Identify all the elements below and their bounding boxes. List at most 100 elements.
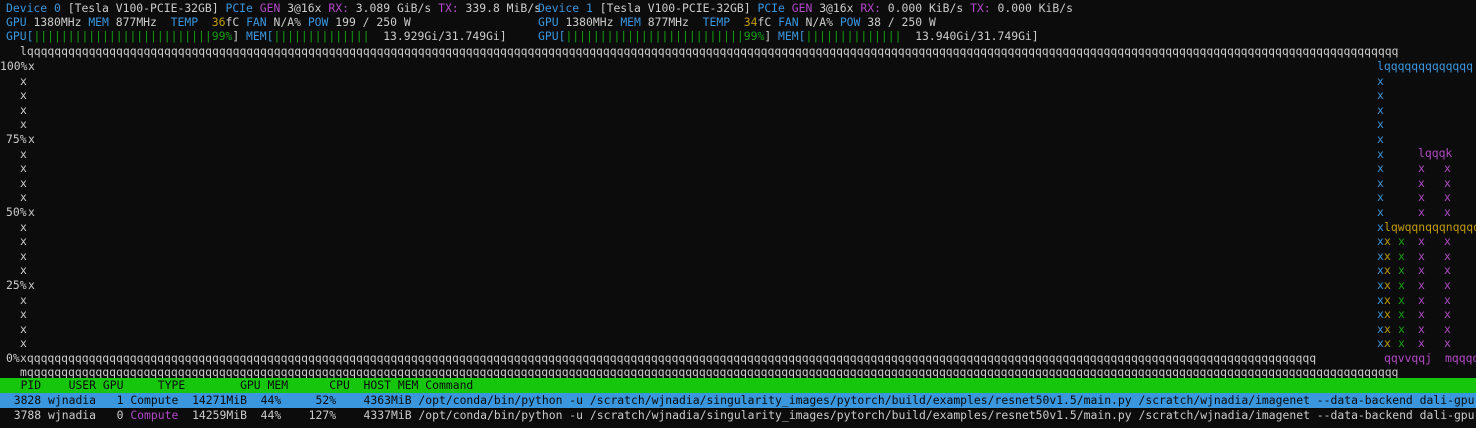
fan-label: FAN: [246, 15, 267, 29]
graph-left-border-segment: x: [20, 117, 27, 132]
magenta-plot-segment: x: [1418, 175, 1425, 190]
fan-value: N/A%: [273, 15, 301, 29]
gpu-clock-value: 1380MHz: [565, 15, 614, 29]
gpu-bar-label: GPU[: [538, 29, 566, 43]
gpu-mem-pct: 44%: [260, 393, 282, 407]
graph-left-border-segment: x: [20, 88, 27, 103]
col-type[interactable]: TYPE: [158, 378, 185, 392]
graph-left-border-segment: x: [20, 219, 27, 234]
col-cpu[interactable]: CPU: [329, 378, 350, 392]
cyan-plot-segment: x: [1377, 336, 1384, 351]
magenta-plot-segment: x: [1444, 321, 1451, 336]
command: /opt/conda/bin/python -u /scratch/wjnadi…: [418, 408, 1476, 422]
tx-label: TX:: [970, 1, 991, 15]
mem-usage-value: 13.940Gi/31.749Gi]: [915, 29, 1039, 43]
magenta-plot-segment: x: [1418, 190, 1425, 205]
device-1-label: Device 1: [538, 1, 593, 15]
gpu-clock-value: 1380MHz: [33, 15, 82, 29]
mem-clock-value: 877MHz: [647, 15, 689, 29]
device-0-model: [Tesla V100-PCIE-32GB]: [67, 1, 219, 15]
magenta-plot-segment: x: [1444, 234, 1451, 249]
graph-left-border-segment: x: [28, 59, 35, 73]
cyan-plot-top: lqqqqqqqqqqqqq: [1377, 59, 1474, 73]
rx-label: RX:: [860, 1, 881, 15]
mem-usage-value: 13.929Gi/31.749Gi]: [383, 29, 507, 43]
gpu-util-bar: ||||||||||||||||||||||||||99%: [565, 29, 765, 43]
fan-value: N/A%: [805, 15, 833, 29]
cyan-plot-segment: x: [1377, 248, 1384, 263]
graph-left-border-segment: x: [28, 205, 35, 219]
plot-bottom-tail: mqqqq: [1445, 351, 1476, 365]
device-1-model: [Tesla V100-PCIE-32GB]: [599, 1, 751, 15]
gpu-index: 1: [116, 393, 124, 407]
device-0-plot-top: lqqqk: [1418, 146, 1452, 160]
gpu-clock-label: GPU: [538, 15, 559, 29]
pow-label: POW: [839, 15, 861, 29]
cyan-plot-segment: x: [1377, 263, 1384, 278]
magenta-plot-segment: x: [1418, 205, 1425, 219]
device-1-line-1: Device 1 [Tesla V100-PCIE-32GB] PCIe GEN…: [538, 1, 1073, 15]
rx-value: 3.089 GiB/s: [355, 1, 432, 15]
gpu-mem: 14259MiB: [192, 408, 247, 422]
green-plot-segment: x: [1398, 307, 1405, 322]
graph-left-border-segment: x: [20, 146, 27, 161]
graph-left-border-segment: x: [20, 248, 27, 263]
graph-left-border-segment: x: [20, 336, 27, 351]
magenta-plot-segment: x: [1418, 161, 1425, 176]
cyan-plot-segment: x: [1377, 175, 1384, 190]
col-command[interactable]: Command: [425, 378, 473, 392]
mixed-plot-line: lqwqqnqqqnqqqq: [1384, 220, 1476, 234]
gpu-index: 0: [116, 408, 124, 422]
device-0-line-2: GPU 1380MHz MEM 877MHz TEMP 36fC FAN N/A…: [6, 15, 411, 29]
graph-left-border-segment: x: [20, 321, 27, 336]
col-gpu-mem[interactable]: GPU MEM: [240, 378, 288, 392]
y-tick-75: 75%: [6, 132, 27, 146]
cyan-plot-segment: x: [1377, 321, 1384, 336]
magenta-plot-segment: x: [1444, 161, 1451, 176]
y-tick-0: 0%: [6, 351, 20, 365]
process-row-selected[interactable]: 3828 wjnadia 1 Compute 14271MiB 44% 52% …: [0, 393, 1476, 408]
col-gpu[interactable]: GPU: [103, 378, 124, 392]
cyan-plot-segment: x: [1377, 278, 1384, 292]
mem-clock-value: 877MHz: [115, 15, 157, 29]
rx-label: RX:: [328, 1, 349, 15]
pcie-label: PCIe: [225, 1, 253, 15]
magenta-plot-segment: x: [1444, 175, 1451, 190]
graph-left-border-segment: x: [20, 190, 27, 205]
gpu-clock-label: GPU: [6, 15, 27, 29]
pow-label: POW: [307, 15, 329, 29]
graph-left-border-segment: x: [20, 292, 27, 307]
device-0-label: Device 0: [6, 1, 61, 15]
magenta-plot-segment: x: [1444, 263, 1451, 278]
graph-left-border-segment: x: [20, 307, 27, 322]
green-plot-segment: x: [1398, 321, 1405, 336]
command: /opt/conda/bin/python -u /scratch/wjnadi…: [418, 393, 1476, 407]
yellow-plot-segment: x: [1384, 278, 1391, 292]
temp-value: 36: [211, 15, 226, 29]
graph-left-border-segment: x: [28, 132, 35, 146]
magenta-plot-segment: x: [1444, 248, 1451, 263]
magenta-plot-segment: x: [1444, 307, 1451, 322]
device-0-line-1: Device 0 [Tesla V100-PCIE-32GB] PCIe GEN…: [6, 1, 541, 15]
cyan-plot-segment: x: [1377, 88, 1384, 103]
magenta-plot-segment: x: [1418, 336, 1425, 351]
magenta-plot-segment: x: [1418, 278, 1425, 292]
gpu-util-bar: ||||||||||||||||||||||||||99%: [33, 29, 233, 43]
process-row[interactable]: 3788 wjnadia 0 Compute 14259MiB 44% 127%…: [0, 408, 1476, 423]
y-tick-50: 50%: [6, 205, 27, 219]
col-pid[interactable]: PID: [21, 378, 42, 392]
col-user[interactable]: USER: [69, 378, 96, 392]
magenta-plot-segment: x: [1444, 278, 1451, 292]
gpu-mem: 14271MiB: [192, 393, 247, 407]
host-mem: 4337MiB: [363, 408, 412, 422]
pcie-label: PCIe: [757, 1, 785, 15]
temp-label: TEMP: [702, 15, 731, 29]
gen-label: GEN: [791, 1, 813, 15]
green-plot-segment: x: [1398, 336, 1405, 351]
host-mem: 4363MiB: [363, 393, 412, 407]
col-host-mem[interactable]: HOST MEM: [364, 378, 419, 392]
rx-value: 0.000 KiB/s: [887, 1, 964, 15]
mem-usage-bar: ||||||||||||||: [273, 29, 370, 43]
gpu-bar-label: GPU[: [6, 29, 34, 43]
user: wjnadia: [48, 393, 97, 407]
